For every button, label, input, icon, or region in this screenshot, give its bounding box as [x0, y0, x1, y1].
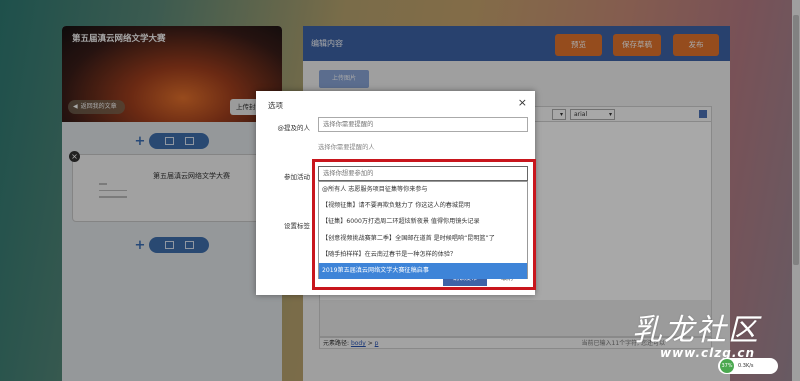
activity-label: 参加活动 [284, 173, 310, 181]
mention-input[interactable]: 选择你需要提醒的 [318, 117, 528, 132]
watermark-logo: 乳龙社区 [632, 313, 760, 348]
tag-label: 设置标签 [284, 222, 310, 230]
network-speed-badge: 37% 0.3K/s [718, 358, 778, 374]
highlight-frame [312, 159, 536, 290]
mention-label: @提及的人 [277, 124, 311, 132]
close-icon[interactable]: × [518, 96, 527, 109]
dialog-title: 选项 [268, 101, 283, 110]
mention-hint: 选择你需要提醒的人 [318, 144, 375, 151]
